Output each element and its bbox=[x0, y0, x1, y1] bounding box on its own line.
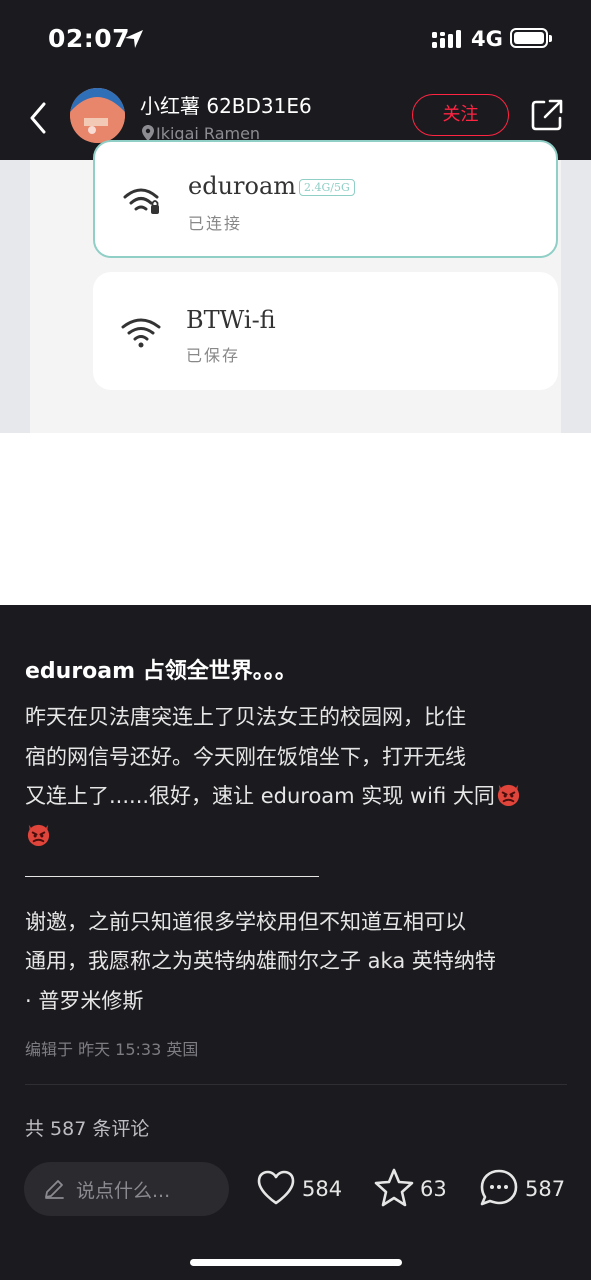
follow-button[interactable]: 关注 bbox=[412, 94, 509, 136]
comment-bubble-icon bbox=[480, 1169, 518, 1206]
comment-input[interactable]: 说点什么... bbox=[24, 1162, 229, 1216]
home-indicator bbox=[190, 1259, 402, 1266]
network-type: 4G bbox=[471, 27, 503, 51]
wifi-ssid: BTWi-fi bbox=[186, 306, 276, 334]
post-image[interactable]: eduroam 2.4G/5G 已连接 BTWi-fi 已保存 bbox=[0, 140, 591, 605]
star-icon bbox=[374, 1168, 414, 1207]
wifi-icon bbox=[121, 318, 161, 348]
cellular-signal-icon bbox=[432, 30, 461, 48]
wifi-screenshot: eduroam 2.4G/5G 已连接 BTWi-fi 已保存 bbox=[0, 140, 591, 433]
comment-count-label: 共 587 条评论 bbox=[25, 1118, 150, 1140]
post-content: eduroam 占领全世界。。。 昨天在贝法唐突连上了贝法女王的校园网，比住 宿… bbox=[0, 605, 591, 1145]
bottom-action-bar: 说点什么... 584 63 587 bbox=[0, 1145, 591, 1280]
divider bbox=[25, 1084, 567, 1085]
comment-button[interactable]: 587 bbox=[478, 1169, 568, 1209]
status-bar: 02:07 4G bbox=[0, 0, 591, 80]
wifi-network-connected: eduroam 2.4G/5G 已连接 bbox=[93, 140, 558, 258]
post-body-line: 谢邀，之前只知道很多学校用但不知道互相可以 bbox=[25, 909, 466, 934]
angry-devil-emoji-icon bbox=[497, 784, 520, 807]
post-body-line bbox=[25, 817, 570, 857]
wifi-ssid: eduroam bbox=[188, 172, 297, 200]
wifi-network-saved: BTWi-fi 已保存 bbox=[93, 272, 558, 390]
like-button[interactable]: 584 bbox=[256, 1169, 346, 1209]
post-body-line: 宿的网信号还好。今天刚在饭馆坐下，打开无线 bbox=[25, 744, 466, 769]
comment-count: 587 bbox=[525, 1177, 566, 1201]
post-body: 昨天在贝法唐突连上了贝法女王的校园网，比住 宿的网信号还好。今天刚在饭馆坐下，打… bbox=[25, 698, 570, 1021]
location-pin-icon bbox=[142, 125, 154, 141]
wifi-status: 已保存 bbox=[186, 346, 241, 365]
collect-button[interactable]: 63 bbox=[373, 1168, 453, 1209]
location-arrow-icon bbox=[125, 30, 143, 48]
divider-line bbox=[25, 875, 319, 877]
post-body-line: 昨天在贝法唐突连上了贝法女王的校园网，比住 bbox=[25, 705, 466, 729]
status-time: 02:07 bbox=[48, 24, 131, 53]
avatar[interactable] bbox=[70, 88, 125, 143]
post-body-line: 通用，我愿称之为英特纳雄耐尔之子 aka 英特纳特 bbox=[25, 949, 496, 973]
angry-devil-emoji-icon bbox=[27, 824, 50, 846]
comment-placeholder: 说点什么... bbox=[76, 1180, 171, 1202]
like-count: 584 bbox=[302, 1177, 343, 1201]
post-body-line: · 普罗米修斯 bbox=[25, 988, 144, 1013]
wifi-band-tag: 2.4G/5G bbox=[299, 179, 355, 196]
back-chevron-icon[interactable] bbox=[24, 98, 54, 138]
share-icon[interactable] bbox=[530, 98, 564, 132]
edit-timestamp: 编辑于 昨天 15:33 英国 bbox=[25, 1040, 199, 1059]
heart-icon bbox=[257, 1170, 295, 1205]
wifi-lock-icon bbox=[123, 188, 159, 214]
post-body-line: 又连上了......很好，速让 eduroam 实现 wifi 大同 bbox=[25, 777, 570, 817]
post-body-divider: —————————————— bbox=[25, 856, 570, 903]
post-title: eduroam 占领全世界。。。 bbox=[25, 659, 297, 684]
wifi-status: 已连接 bbox=[188, 214, 243, 233]
collect-count: 63 bbox=[420, 1177, 447, 1201]
author-name[interactable]: 小红薯 62BD31E6 bbox=[140, 90, 312, 119]
battery-icon bbox=[510, 28, 552, 48]
pencil-icon bbox=[45, 1180, 64, 1199]
